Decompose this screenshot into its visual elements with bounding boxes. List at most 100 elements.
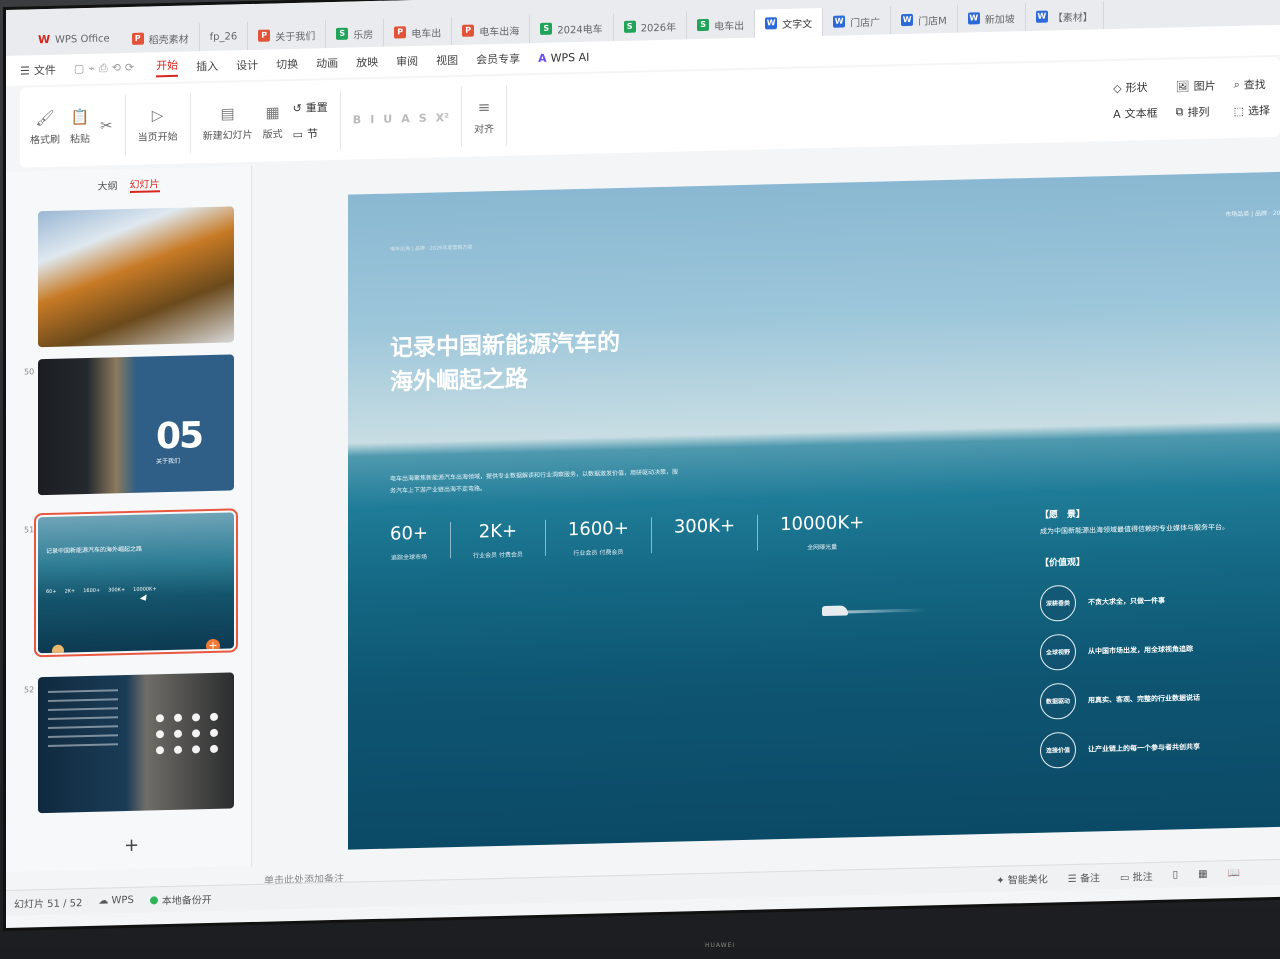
scissors-icon: ✂ xyxy=(100,116,113,135)
insert-tools: ◇ 形状 A 文本框 🖼 图片 ⧉ 排列 ⌕ 查找 ⬚ 选择 xyxy=(1113,76,1270,122)
new-slide-button[interactable]: ▤ 新建幻灯片 xyxy=(203,103,253,142)
menu-view[interactable]: 视图 xyxy=(436,52,458,69)
stat-item[interactable]: 2K+ 行业会员 付费会员 xyxy=(473,520,523,560)
format-painter-button[interactable]: 🖌 格式刷 xyxy=(30,108,60,146)
menu-transition[interactable]: 切换 xyxy=(276,56,298,73)
slide-title[interactable]: 记录中国新能源汽车的 海外崛起之路 xyxy=(390,326,620,400)
value-badge: 深耕垂类 xyxy=(1040,584,1076,622)
textbox-icon: A xyxy=(1113,107,1121,121)
section-button[interactable]: ▭ 节 xyxy=(293,125,328,142)
menu-slideshow[interactable]: 放映 xyxy=(356,54,378,71)
stat-item[interactable]: 300K+ xyxy=(674,515,735,554)
beautify-button[interactable]: ✦ 智能美化 xyxy=(996,871,1048,887)
menu-member[interactable]: 会员专享 xyxy=(476,50,520,67)
doc-tab[interactable]: W 门店M xyxy=(891,4,958,35)
paste-button[interactable]: 📋 粘贴 xyxy=(70,107,90,144)
thumb-stats: 60+ 2K+ 1600+ 300K+ 10000K+ xyxy=(46,586,157,596)
textbox-button[interactable]: A 文本框 xyxy=(1113,105,1158,122)
doc-tab[interactable]: W 【素材】 xyxy=(1025,1,1104,32)
wps-home-label: WPS Office xyxy=(55,32,110,46)
align-button[interactable]: ≡ 对齐 xyxy=(474,98,494,135)
thumb-text-lines xyxy=(48,689,118,754)
normal-view-icon[interactable]: ▯ xyxy=(1173,869,1179,880)
slide-description[interactable]: 电车出海聚焦新能源汽车出海领域，提供专业数据解读和行业洞察服务，以数据激发价值，… xyxy=(390,467,680,498)
doc-tab-active[interactable]: W 文字文 xyxy=(755,8,824,38)
stats-row: 60+ 追踪全球市场 2K+ 行业会员 付费会员 1600+ 行业会员 付费会员 30… xyxy=(390,512,864,562)
doc-tab[interactable]: fp_26 xyxy=(199,22,249,52)
stat-item[interactable]: 10000K+ 全网曝光量 xyxy=(780,512,864,552)
stat-item[interactable]: 1600+ 行业会员 付费会员 xyxy=(568,518,629,557)
thumb-title: 记录中国新能源汽车的海外崛起之路 xyxy=(46,545,143,556)
status-dot-icon xyxy=(149,896,158,905)
font-format-buttons[interactable]: B I U A S X² xyxy=(353,111,449,126)
document-icon: W xyxy=(833,15,846,28)
mouse-cursor-icon xyxy=(139,594,150,603)
layout-icon: ▦ xyxy=(265,102,280,122)
play-current-button[interactable]: ▷ 当页开始 xyxy=(138,105,178,144)
thumb-section-number: 05 xyxy=(156,415,203,458)
menu-home[interactable]: 开始 xyxy=(156,56,179,78)
comments-button[interactable]: ▭ 批注 xyxy=(1120,868,1153,884)
add-slide-icon[interactable]: + xyxy=(206,638,220,654)
doc-tab[interactable]: P 稻壳素材 xyxy=(121,23,200,54)
quick-access-icons[interactable]: ▢⌁⎙⟲⟳ xyxy=(74,61,138,77)
slide-thumbnail-50[interactable]: 05 关于我们 xyxy=(38,354,234,496)
doc-tab[interactable]: W 新加坡 xyxy=(957,3,1026,33)
play-group: ▷ 当页开始 xyxy=(137,93,191,155)
wps-logo-icon: W xyxy=(38,32,51,47)
doc-tab[interactable]: P 关于我们 xyxy=(248,20,327,51)
grid-view-icon[interactable]: ▦ xyxy=(1198,869,1207,880)
backup-status[interactable]: 本地备份开 xyxy=(149,891,212,908)
presentation-icon: P xyxy=(462,24,475,37)
shape-button[interactable]: ◇ 形状 xyxy=(1113,79,1158,96)
picture-button[interactable]: 🖼 图片 xyxy=(1176,77,1216,94)
doc-tab[interactable]: S 2024电车 xyxy=(530,13,614,44)
tab-outline[interactable]: 大纲 xyxy=(98,177,118,192)
doc-tab[interactable]: P 电车出 xyxy=(384,17,453,47)
values-block[interactable]: 【价值观】 深耕垂类 不贪大求全，只做一件事 全球视野 从中国市场出发，用全球视角追… xyxy=(1040,552,1200,775)
doc-tab[interactable]: P 电车出海 xyxy=(452,15,531,46)
find-select-column: ⌕ 查找 ⬚ 选择 xyxy=(1234,76,1270,119)
value-item: 数据驱动 用真实、客观、完整的行业数据说话 xyxy=(1040,673,1200,726)
slide-canvas[interactable]: 电车出海 | 品牌 · 2026年度营销方案 市场品类 | 品牌 · 2026 … xyxy=(348,171,1280,850)
menu-design[interactable]: 设计 xyxy=(236,57,258,74)
add-slide-plus-icon[interactable]: + xyxy=(124,835,139,856)
beautify-icon: ✦ xyxy=(996,875,1008,887)
tab-slides[interactable]: 幻灯片 xyxy=(129,174,160,193)
stat-item[interactable]: 60+ 追踪全球市场 xyxy=(390,523,428,562)
slide-thumbnail-52[interactable] xyxy=(38,672,234,814)
paragraph-group: ≡ 对齐 xyxy=(473,85,507,147)
slide-count: 幻灯片 51 / 52 xyxy=(14,898,83,911)
panel-tabs: 大纲 幻灯片 xyxy=(6,166,251,202)
doc-tab[interactable]: S 电车出 xyxy=(687,9,756,40)
stat-divider xyxy=(757,514,759,551)
vision-block[interactable]: 【愿 景】 成为中国新能源出海领域最值得信赖的专业媒体与服务平台。 xyxy=(1040,503,1229,537)
menu-insert[interactable]: 插入 xyxy=(196,58,218,75)
reset-button[interactable]: ↺ 重置 xyxy=(293,99,328,116)
file-menu[interactable]: ☰ 文件 xyxy=(20,62,56,79)
wps-home-tab[interactable]: W WPS Office xyxy=(26,23,122,55)
menu-review[interactable]: 审阅 xyxy=(396,53,418,70)
menu-animation[interactable]: 动画 xyxy=(316,55,338,72)
value-item: 全球视野 从中国市场出发，用全球视角追踪 xyxy=(1040,624,1200,677)
wps-ai-button[interactable]: A WPS AI xyxy=(538,50,589,64)
doc-tab[interactable]: S 乐房 xyxy=(326,18,385,49)
monitor-brand: HUAWEI xyxy=(705,942,736,949)
slide-thumbnail-51-selected[interactable]: 记录中国新能源汽车的海外崛起之路 60+ 2K+ 1600+ 300K+ 100… xyxy=(34,508,238,658)
select-icon: ⬚ xyxy=(1233,104,1244,118)
value-badge: 连接价值 xyxy=(1040,731,1076,769)
notes-button[interactable]: ☰ 备注 xyxy=(1068,869,1100,885)
reading-view-icon[interactable]: 📖 xyxy=(1228,868,1240,879)
doc-tab[interactable]: W 门店广 xyxy=(823,6,892,37)
play-slide-icon[interactable] xyxy=(52,644,64,654)
layout-button[interactable]: ▦ 版式 xyxy=(263,103,283,140)
wps-cloud-status[interactable]: ☁ WPS xyxy=(98,895,133,907)
find-button[interactable]: ⌕ 查找 xyxy=(1234,76,1270,93)
slide-thumbnail-49[interactable] xyxy=(38,206,234,348)
doc-tab[interactable]: S 2026年 xyxy=(613,11,688,42)
search-icon: ⌕ xyxy=(1233,77,1240,91)
comment-icon: ▭ xyxy=(1119,872,1133,884)
arrange-button[interactable]: ⧉ 排列 xyxy=(1176,103,1216,120)
cut-button[interactable]: ✂ xyxy=(100,116,113,134)
select-button[interactable]: ⬚ 选择 xyxy=(1234,102,1270,119)
